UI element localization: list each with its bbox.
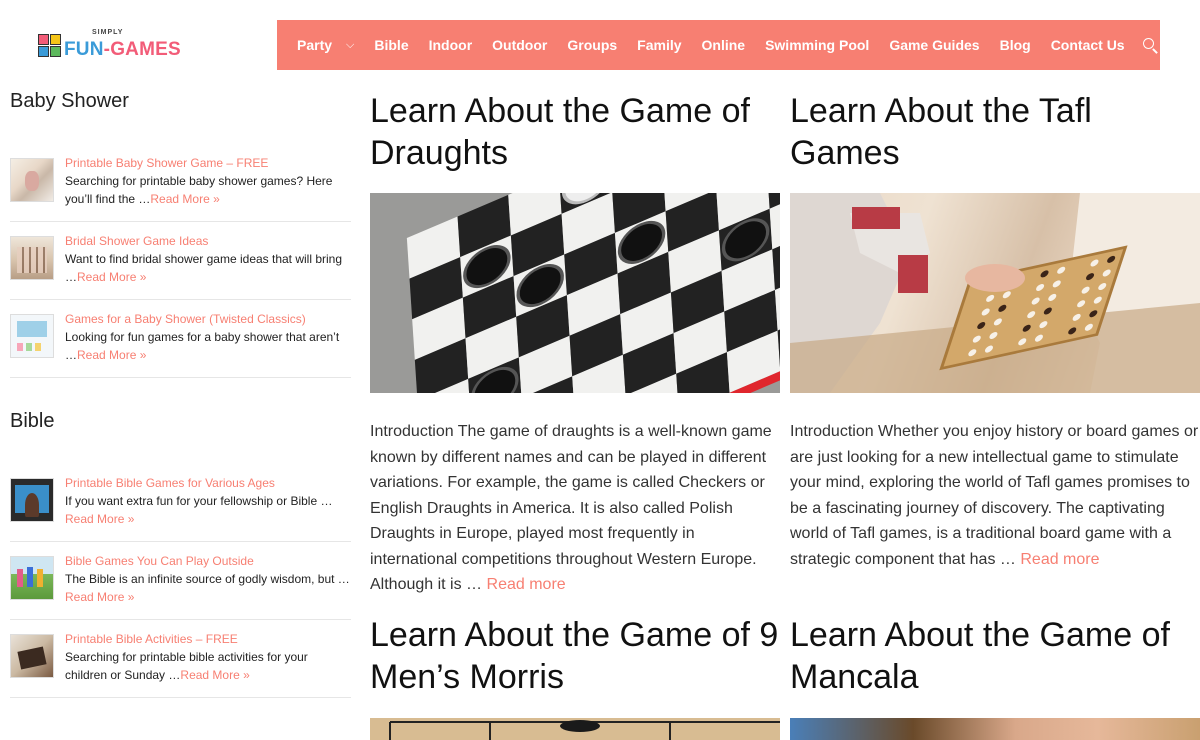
article-title-link[interactable]: Learn About the Game of 9 Men’s Morris bbox=[370, 614, 780, 698]
article-card: Learn About the Tafl Games Introduction … bbox=[790, 90, 1200, 572]
site-logo[interactable]: SIMPLY FUN-GAMES bbox=[38, 28, 208, 62]
nav-item-indoor[interactable]: Indoor bbox=[419, 20, 483, 70]
nav-item-blog[interactable]: Blog bbox=[990, 20, 1041, 70]
post-excerpt: If you want extra fun for your fellowshi… bbox=[65, 494, 333, 508]
nav-item-party[interactable]: Party ⌵ bbox=[287, 20, 364, 70]
logo-wordmark: FUN-GAMES bbox=[64, 38, 181, 60]
article-image-checkers[interactable] bbox=[370, 193, 780, 393]
read-more-link[interactable]: Read More » bbox=[150, 192, 219, 206]
nav-item-family[interactable]: Family bbox=[627, 20, 691, 70]
list-item: Games for a Baby Shower (Twisted Classic… bbox=[10, 310, 351, 378]
article-image-morris[interactable] bbox=[370, 718, 780, 740]
article-excerpt: Introduction The game of draughts is a w… bbox=[370, 423, 772, 593]
article-card: Learn About the Game of 9 Men’s Morris bbox=[370, 614, 780, 740]
chevron-down-icon[interactable]: ⌵ bbox=[346, 39, 354, 52]
post-thumbnail[interactable] bbox=[10, 634, 54, 678]
list-item: Printable Bible Games for Various Ages I… bbox=[10, 474, 351, 542]
sidebar: Baby Shower Printable Baby Shower Game –… bbox=[10, 90, 351, 708]
article-card: Learn About the Game of Draughts Introdu… bbox=[370, 90, 780, 598]
nav-item-groups[interactable]: Groups bbox=[557, 20, 627, 70]
post-title-link[interactable]: Games for a Baby Shower (Twisted Classic… bbox=[65, 310, 351, 328]
read-more-link[interactable]: Read More » bbox=[65, 590, 134, 604]
logo-tagline: SIMPLY bbox=[92, 28, 124, 36]
read-more-link[interactable]: Read more bbox=[1020, 551, 1099, 568]
post-title-link[interactable]: Printable Bible Games for Various Ages bbox=[65, 474, 332, 492]
post-title-link[interactable]: Printable Baby Shower Game – FREE bbox=[65, 154, 351, 172]
list-item: Bible Games You Can Play Outside The Bib… bbox=[10, 552, 351, 620]
nav-item-bible[interactable]: Bible bbox=[364, 20, 418, 70]
post-thumbnail[interactable] bbox=[10, 556, 54, 600]
list-item: Printable Baby Shower Game – FREE Search… bbox=[10, 154, 351, 222]
widget-title-baby-shower: Baby Shower bbox=[10, 90, 129, 112]
post-thumbnail[interactable] bbox=[10, 478, 54, 522]
nav-item-outdoor[interactable]: Outdoor bbox=[482, 20, 557, 70]
post-thumbnail[interactable] bbox=[10, 158, 54, 202]
nav-item-contact-us[interactable]: Contact Us bbox=[1041, 20, 1135, 70]
list-item: Printable Bible Activities – FREE Search… bbox=[10, 630, 351, 698]
list-item: Bridal Shower Game Ideas Want to find br… bbox=[10, 232, 351, 300]
post-title-link[interactable]: Bridal Shower Game Ideas bbox=[65, 232, 351, 250]
bible-post-list: Printable Bible Games for Various Ages I… bbox=[10, 474, 351, 698]
logo-board-icon bbox=[38, 34, 62, 58]
post-excerpt: The Bible is an infinite source of godly… bbox=[65, 572, 350, 586]
main-navigation: Party ⌵ Bible Indoor Outdoor Groups Fami… bbox=[277, 20, 1160, 70]
search-icon[interactable] bbox=[1141, 36, 1159, 54]
post-thumbnail[interactable] bbox=[10, 236, 54, 280]
post-thumbnail[interactable] bbox=[10, 314, 54, 358]
read-more-link[interactable]: Read More » bbox=[65, 512, 134, 526]
article-image-tafl[interactable] bbox=[790, 193, 1200, 393]
post-title-link[interactable]: Printable Bible Activities – FREE bbox=[65, 630, 351, 648]
nav-item-online[interactable]: Online bbox=[692, 20, 756, 70]
read-more-link[interactable]: Read More » bbox=[77, 270, 146, 284]
article-title-link[interactable]: Learn About the Game of Draughts bbox=[370, 90, 780, 174]
baby-shower-post-list: Printable Baby Shower Game – FREE Search… bbox=[10, 154, 351, 378]
read-more-link[interactable]: Read more bbox=[487, 576, 566, 593]
read-more-link[interactable]: Read More » bbox=[180, 668, 249, 682]
article-image-mancala[interactable] bbox=[790, 718, 1200, 740]
article-excerpt: Introduction Whether you enjoy history o… bbox=[790, 423, 1199, 568]
article-title-link[interactable]: Learn About the Tafl Games bbox=[790, 90, 1200, 174]
article-card: Learn About the Game of Mancala bbox=[790, 614, 1200, 740]
read-more-link[interactable]: Read More » bbox=[77, 348, 146, 362]
nav-item-swimming-pool[interactable]: Swimming Pool bbox=[755, 20, 879, 70]
post-title-link[interactable]: Bible Games You Can Play Outside bbox=[65, 552, 350, 570]
widget-title-bible: Bible bbox=[10, 410, 55, 432]
nav-item-game-guides[interactable]: Game Guides bbox=[879, 20, 989, 70]
article-title-link[interactable]: Learn About the Game of Mancala bbox=[790, 614, 1200, 698]
